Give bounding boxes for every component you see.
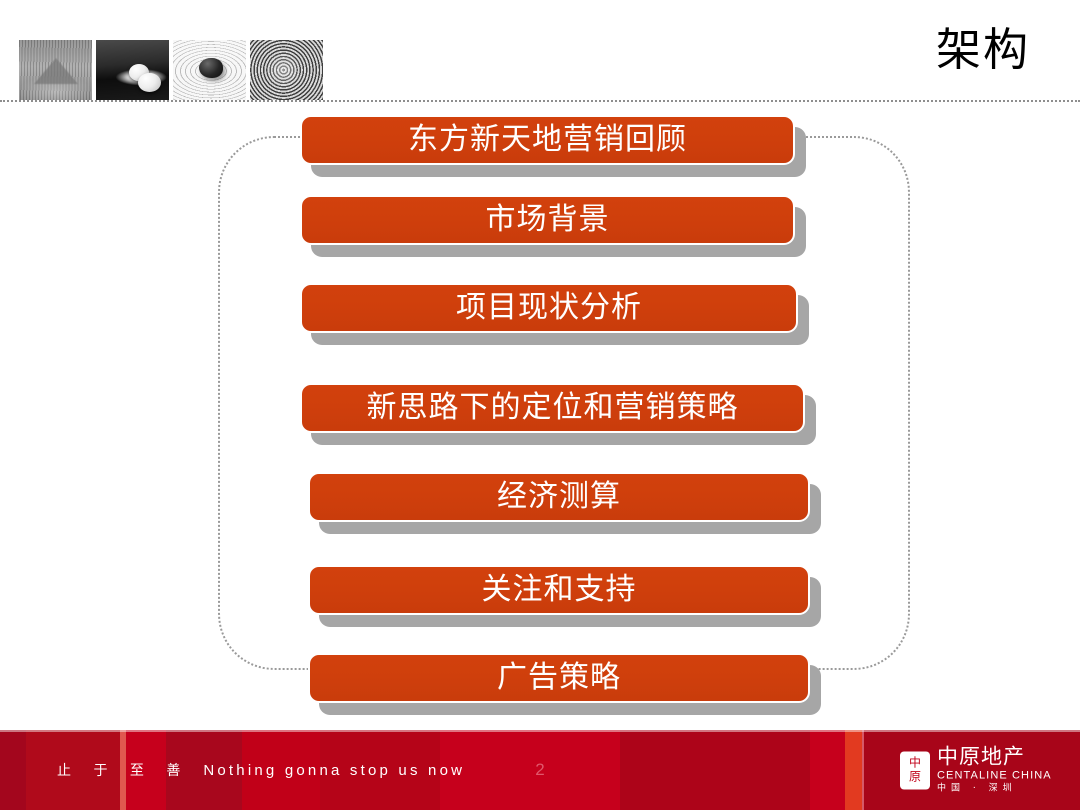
agenda-item-label: 经济测算 (497, 479, 621, 514)
agenda-item-3[interactable]: 项目现状分析 (300, 283, 809, 345)
agenda-list: 东方新天地营销回顾 市场背景 项目现状分析 新思路下的定位和营销策略 经济测算 (0, 0, 1080, 810)
slide: 架构 东方新天地营销回顾 市场背景 项目现状分析 新思路下的定位和营销策略 经济… (0, 0, 1080, 810)
centaline-seal-icon: 中 原 (900, 751, 930, 789)
logo-location: 中国 · 深圳 (937, 783, 1017, 794)
logo-name-cn: 中原地产 (937, 744, 1025, 769)
logo-text-block: 中原地产 CENTALINE CHINA 中国 · 深圳 (937, 744, 1052, 794)
footer-top-rule (0, 730, 1080, 732)
agenda-item-label: 关注和支持 (481, 572, 637, 607)
agenda-item-2[interactable]: 市场背景 (300, 195, 806, 257)
agenda-item-bar[interactable]: 新思路下的定位和营销策略 (300, 383, 805, 433)
agenda-item-bar[interactable]: 东方新天地营销回顾 (300, 115, 795, 165)
agenda-item-bar[interactable]: 项目现状分析 (300, 283, 798, 333)
company-logo: 中 原 中原地产 CENTALINE CHINA 中国 · 深圳 (900, 744, 1052, 794)
agenda-item-label: 广告策略 (497, 660, 621, 695)
agenda-item-5[interactable]: 经济测算 (308, 472, 821, 534)
agenda-item-6[interactable]: 关注和支持 (308, 565, 821, 627)
agenda-item-7[interactable]: 广告策略 (308, 653, 821, 715)
agenda-item-bar[interactable]: 经济测算 (308, 472, 810, 522)
agenda-item-bar[interactable]: 市场背景 (300, 195, 795, 245)
seal-top-char: 中 (908, 755, 921, 770)
agenda-item-bar[interactable]: 广告策略 (308, 653, 810, 703)
agenda-item-bar[interactable]: 关注和支持 (308, 565, 810, 615)
seal-bottom-char: 原 (908, 769, 921, 784)
agenda-item-1[interactable]: 东方新天地营销回顾 (300, 115, 806, 177)
agenda-item-4[interactable]: 新思路下的定位和营销策略 (300, 383, 816, 445)
agenda-item-label: 东方新天地营销回顾 (408, 122, 687, 157)
agenda-item-label: 市场背景 (485, 202, 610, 237)
agenda-item-label: 新思路下的定位和营销策略 (366, 390, 739, 425)
agenda-item-label: 项目现状分析 (456, 290, 642, 325)
logo-name-en: CENTALINE CHINA (937, 769, 1052, 782)
footer-bar: 止 于 至 善 Nothing gonna stop us now 2 中 原 … (0, 730, 1080, 810)
